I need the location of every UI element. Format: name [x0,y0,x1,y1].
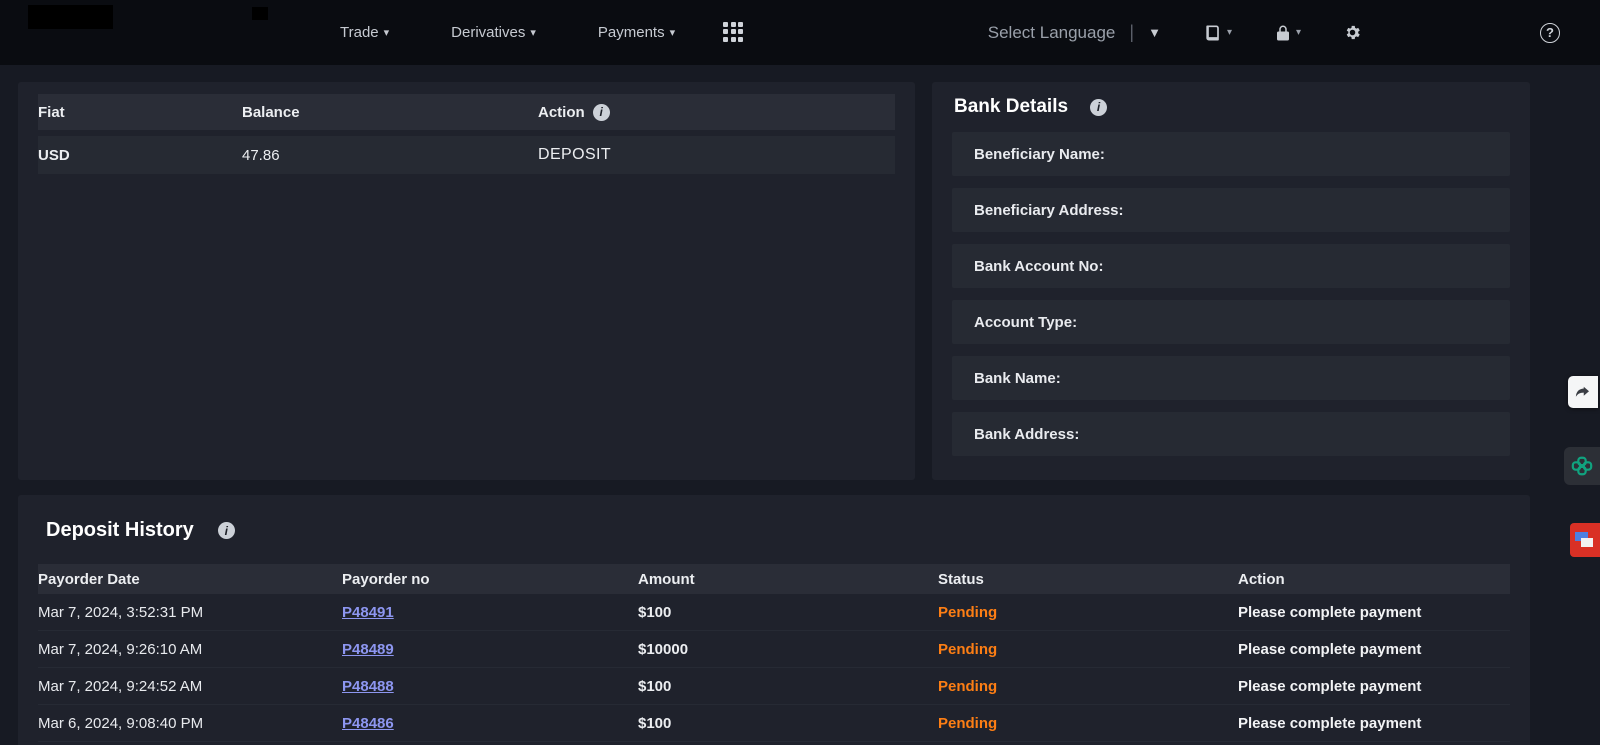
language-label: Select Language [988,23,1116,43]
nav-menu-item[interactable]: Derivatives ▾ [451,24,536,41]
logo-mark [252,7,268,20]
status-badge: Pending [938,715,1238,732]
payorder-link[interactable]: P48486 [342,715,394,732]
assistant-icon [1571,455,1593,477]
chevron-down-icon: ▾ [530,26,536,39]
action-text: Please complete payment [1238,641,1510,658]
language-selector[interactable]: Select Language | ▼ [988,22,1161,43]
bank-details-panel: Bank Details i Beneficiary Name: Benefic… [932,82,1530,480]
bank-detail-field: Beneficiary Name: [952,132,1510,176]
col-header-payorder-date: Payorder Date [38,571,342,588]
bank-detail-field: Account Type: [952,300,1510,344]
payorder-date: Mar 6, 2024, 9:08:40 PM [38,715,342,732]
deposit-amount: $100 [638,678,938,695]
bank-detail-label: Bank Address: [974,426,1079,443]
share-arrow-icon [1574,383,1592,401]
logo[interactable] [28,5,113,29]
extension-icon-detail [1581,538,1593,547]
history-table-row: Mar 6, 2024, 9:08:40 PM P48486 $100 Pend… [38,705,1510,742]
bank-detail-label: Bank Account No: [974,258,1103,275]
col-header-balance: Balance [242,104,538,121]
orders-menu[interactable]: ▾ [1203,23,1232,43]
security-menu[interactable]: ▾ [1274,23,1301,43]
fiat-balance: 47.86 [242,147,538,164]
deposit-history-panel: Deposit History i Payorder Date Payorder… [18,495,1530,745]
bank-details-title: Bank Details [954,96,1068,118]
settings-button[interactable] [1343,23,1362,42]
main-nav: Trade ▾ Derivatives ▾ Payments ▾ [340,24,675,41]
info-icon[interactable]: i [1090,99,1107,116]
col-header-action: Action [1238,571,1510,588]
status-badge: Pending [938,604,1238,621]
bank-detail-label: Account Type: [974,314,1077,331]
chevron-down-icon: ▾ [670,26,676,39]
deposit-amount: $100 [638,715,938,732]
action-text: Please complete payment [1238,715,1510,732]
col-header-status: Status [938,571,1238,588]
chevron-down-icon: ▾ [1296,27,1301,38]
apps-grid-icon[interactable] [723,22,745,44]
top-nav-right: Select Language | ▼ ▾ ▾ ? [988,0,1560,65]
action-text: Please complete payment [1238,604,1510,621]
fiat-currency: USD [38,147,242,164]
share-shortcut-button[interactable] [1568,376,1598,408]
bank-detail-field: Bank Account No: [952,244,1510,288]
payorder-link[interactable]: P48488 [342,678,394,695]
bank-detail-field: Bank Address: [952,412,1510,456]
deposit-amount: $10000 [638,641,938,658]
triangle-down-icon: ▼ [1148,25,1161,40]
top-nav-bar: Trade ▾ Derivatives ▾ Payments ▾ Select … [0,0,1600,65]
help-icon: ? [1546,25,1554,40]
info-icon[interactable]: i [593,104,610,121]
payorder-link[interactable]: P48489 [342,641,394,658]
col-header-action: Action [538,104,585,121]
fiat-table-header: Fiat Balance Action i [38,94,895,130]
extension-button[interactable] [1570,523,1600,557]
bank-detail-label: Beneficiary Name: [974,146,1105,163]
fiat-balance-panel: Fiat Balance Action i USD 47.86 DEPOSIT [18,82,915,480]
assistant-extension-button[interactable] [1564,447,1600,485]
gear-icon [1343,23,1362,42]
nav-menu-item[interactable]: Trade ▾ [340,24,389,41]
status-badge: Pending [938,641,1238,658]
separator: | [1129,22,1134,43]
status-badge: Pending [938,678,1238,695]
deposit-action-button[interactable]: DEPOSIT [538,146,611,164]
bank-detail-label: Beneficiary Address: [974,202,1124,219]
history-table-header: Payorder Date Payorder no Amount Status … [38,564,1510,594]
nav-menu-label: Payments [598,24,665,41]
nav-menu-label: Derivatives [451,24,525,41]
fiat-table-row: USD 47.86 DEPOSIT [38,136,895,174]
deposit-history-title: Deposit History [46,519,194,542]
history-table-row: Mar 7, 2024, 3:52:31 PM P48491 $100 Pend… [38,594,1510,631]
nav-menu-label: Trade [340,24,379,41]
chevron-down-icon: ▾ [1227,27,1232,38]
book-icon [1203,23,1223,43]
col-header-fiat: Fiat [38,104,242,121]
help-button[interactable]: ? [1540,23,1560,43]
col-header-payorder-no: Payorder no [342,571,638,588]
info-icon[interactable]: i [218,522,235,539]
bank-detail-label: Bank Name: [974,370,1061,387]
bank-detail-field: Beneficiary Address: [952,188,1510,232]
nav-menu-item[interactable]: Payments ▾ [598,24,675,41]
bank-detail-field: Bank Name: [952,356,1510,400]
deposit-amount: $100 [638,604,938,621]
payorder-date: Mar 7, 2024, 9:26:10 AM [38,641,342,658]
lock-icon [1274,23,1292,43]
chevron-down-icon: ▾ [384,26,390,39]
action-text: Please complete payment [1238,678,1510,695]
history-table-row: Mar 7, 2024, 9:26:10 AM P48489 $10000 Pe… [38,631,1510,668]
payorder-link[interactable]: P48491 [342,604,394,621]
payorder-date: Mar 7, 2024, 9:24:52 AM [38,678,342,695]
payorder-date: Mar 7, 2024, 3:52:31 PM [38,604,342,621]
col-header-amount: Amount [638,571,938,588]
history-table-row: Mar 7, 2024, 9:24:52 AM P48488 $100 Pend… [38,668,1510,705]
